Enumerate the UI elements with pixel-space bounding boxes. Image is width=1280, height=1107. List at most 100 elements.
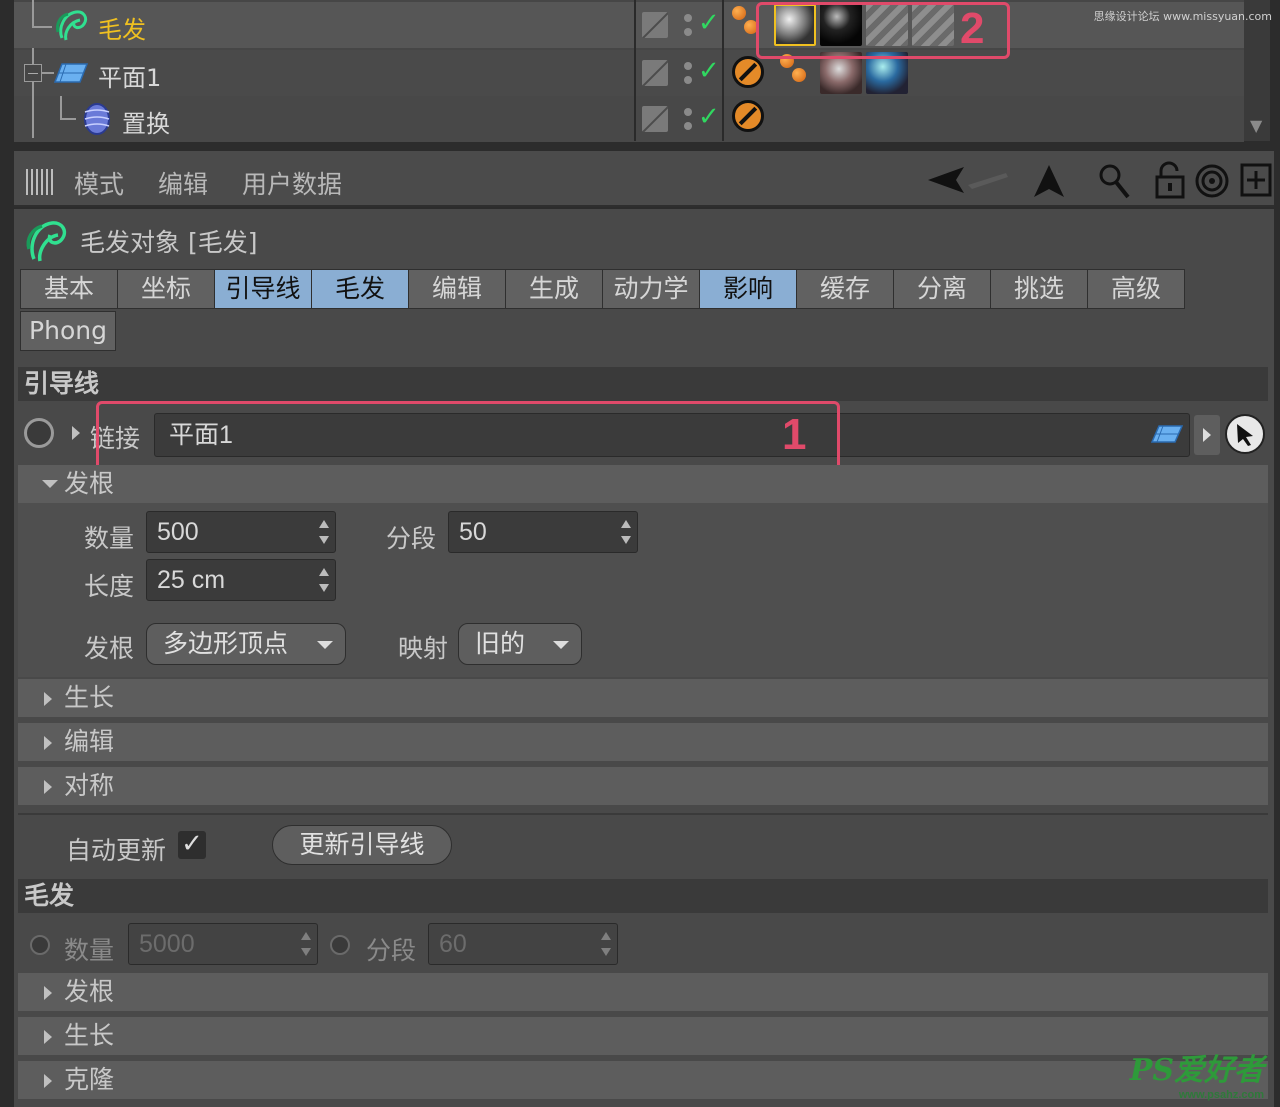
- tab-dynamics[interactable]: 动力学: [602, 269, 700, 309]
- render-visibility-dots[interactable]: [682, 60, 694, 86]
- group-hair-growth[interactable]: 生长: [18, 1017, 1268, 1055]
- tab-guides[interactable]: 引导线: [214, 269, 312, 309]
- ps-watermark-text: PS爱好者: [1129, 1053, 1264, 1088]
- layer-visibility-toggle[interactable]: [642, 106, 668, 132]
- expand-arrow-icon: [44, 692, 52, 706]
- tab-hair[interactable]: 毛发: [311, 269, 409, 309]
- segments-radio[interactable]: [330, 935, 350, 955]
- spinner-icon[interactable]: [601, 932, 611, 956]
- menu-mode[interactable]: 模式: [74, 165, 124, 201]
- length-field[interactable]: 25 cm: [146, 559, 336, 601]
- expand-arrow-icon: [44, 1030, 52, 1044]
- menu-edit[interactable]: 编辑: [158, 165, 208, 201]
- object-name[interactable]: 平面1: [98, 58, 161, 93]
- group-title: 生长: [64, 683, 115, 712]
- render-visibility-dots[interactable]: [682, 106, 694, 132]
- scroll-down-icon[interactable]: ▼: [1250, 116, 1262, 135]
- hair-segments-field[interactable]: 60: [428, 923, 618, 965]
- search-icon[interactable]: [1098, 163, 1130, 199]
- object-title: 毛发对象 [毛发]: [80, 228, 258, 257]
- tab-generate[interactable]: 生成: [505, 269, 603, 309]
- tab-basic[interactable]: 基本: [20, 269, 118, 309]
- object-row-hair[interactable]: 毛发 ✓: [14, 0, 1244, 48]
- spinner-icon[interactable]: [621, 520, 631, 544]
- group-root[interactable]: 发根: [18, 465, 1268, 503]
- tab-split[interactable]: 分离: [893, 269, 991, 309]
- mapping-label: 映射: [398, 634, 449, 663]
- layer-visibility-toggle[interactable]: [642, 60, 668, 86]
- chevron-down-icon: [553, 641, 569, 649]
- group-title: 编辑: [64, 727, 115, 756]
- tab-coord[interactable]: 坐标: [117, 269, 215, 309]
- enabled-check-icon[interactable]: ✓: [698, 102, 720, 132]
- plane-icon: [1151, 425, 1183, 443]
- collapse-arrow-icon: [42, 480, 58, 488]
- mapping-value: 旧的: [475, 629, 526, 658]
- grip-icon[interactable]: [26, 169, 54, 195]
- object-name[interactable]: 置换: [122, 104, 170, 139]
- enabled-check-icon[interactable]: ✓: [698, 8, 720, 38]
- segments-field[interactable]: 50: [448, 511, 638, 553]
- count-field[interactable]: 500: [146, 511, 336, 553]
- group-symmetry[interactable]: 对称: [18, 767, 1268, 805]
- lock-icon[interactable]: [1154, 161, 1186, 199]
- ps-watermark: PS爱好者 www.psahz.com: [1130, 1045, 1264, 1101]
- group-hair-clone[interactable]: 克隆: [18, 1061, 1268, 1099]
- tab-cache[interactable]: 缓存: [796, 269, 894, 309]
- group-growth[interactable]: 生长: [18, 679, 1268, 717]
- hair-object-icon: [56, 10, 88, 41]
- auto-update-label: 自动更新: [66, 836, 167, 865]
- tab-influence[interactable]: 影响: [699, 269, 797, 309]
- hair-count-field[interactable]: 5000: [128, 923, 318, 965]
- protection-tag-icon[interactable]: [732, 56, 764, 88]
- divider: [18, 813, 1268, 815]
- pick-object-icon[interactable]: [1224, 413, 1266, 455]
- spinner-icon[interactable]: [319, 568, 329, 592]
- annotation-number-1: 1: [782, 410, 807, 459]
- tab-select[interactable]: 挑选: [990, 269, 1088, 309]
- update-guides-button[interactable]: 更新引导线: [272, 825, 452, 865]
- segments-value: 50: [459, 518, 487, 546]
- enabled-check-icon[interactable]: ✓: [698, 56, 720, 86]
- target-icon[interactable]: [1194, 163, 1230, 199]
- menu-user-data[interactable]: 用户数据: [242, 165, 342, 201]
- mapping-dropdown[interactable]: 旧的: [458, 623, 582, 665]
- attribute-toolbar: 模式 编辑 用户数据: [14, 151, 1274, 207]
- count-radio[interactable]: [30, 935, 50, 955]
- length-value: 25 cm: [157, 566, 226, 594]
- group-title: 对称: [64, 771, 115, 800]
- spinner-icon[interactable]: [301, 932, 311, 956]
- up-arrow-icon[interactable]: [1032, 163, 1066, 199]
- count-label: 数量: [84, 524, 135, 553]
- section-header-guides: 引导线: [18, 367, 1268, 401]
- tab-edit[interactable]: 编辑: [408, 269, 506, 309]
- object-name[interactable]: 毛发: [98, 10, 146, 45]
- back-arrow-icon[interactable]: [926, 165, 1010, 195]
- object-row-plane[interactable]: 平面1 ✓: [14, 48, 1244, 96]
- expand-arrow-icon: [44, 780, 52, 794]
- group-title: 发根: [64, 469, 115, 498]
- protection-tag-icon[interactable]: [732, 100, 764, 132]
- annotation-number-2: 2: [960, 4, 985, 53]
- displace-deformer-icon: [84, 103, 110, 135]
- tab-advanced[interactable]: 高级: [1087, 269, 1185, 309]
- tree-line: [32, 94, 34, 138]
- group-edit[interactable]: 编辑: [18, 723, 1268, 761]
- new-window-icon[interactable]: [1240, 163, 1272, 197]
- root-dropdown[interactable]: 多边形顶点: [146, 623, 346, 665]
- expand-arrow-icon[interactable]: [72, 426, 80, 440]
- collapse-toggle[interactable]: [24, 64, 42, 82]
- tab-phong[interactable]: Phong: [20, 311, 116, 351]
- hair-segments-label: 分段: [366, 936, 417, 965]
- column-divider: [634, 0, 636, 141]
- group-hair-root[interactable]: 发根: [18, 973, 1268, 1011]
- render-visibility-dots[interactable]: [682, 12, 694, 38]
- link-menu-button[interactable]: [1194, 415, 1220, 455]
- animate-radio[interactable]: [24, 418, 54, 448]
- layer-visibility-toggle[interactable]: [642, 12, 668, 38]
- object-row-displace[interactable]: 置换 ✓: [14, 94, 1244, 142]
- spinner-icon[interactable]: [319, 520, 329, 544]
- auto-update-checkbox[interactable]: ✓: [178, 831, 206, 859]
- hair-object-icon: [26, 221, 67, 262]
- hair-count-label: 数量: [64, 936, 115, 965]
